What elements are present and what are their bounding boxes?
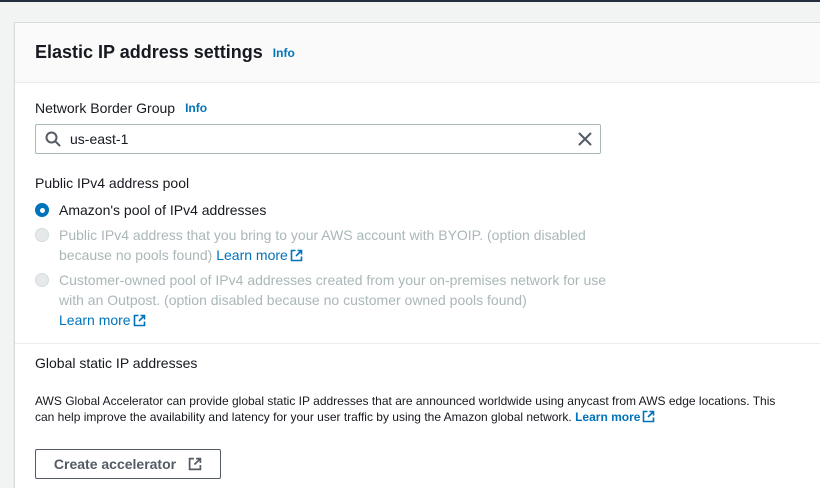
network-border-group-label-text: Network Border Group <box>35 100 176 116</box>
radio-option-amazon-pool[interactable]: Amazon's pool of IPv4 addresses <box>35 200 607 220</box>
panel-info-link[interactable]: Info <box>273 46 295 60</box>
global-static-ip-label: Global static IP addresses <box>35 355 198 371</box>
learn-more-link[interactable]: Learn more <box>575 410 655 424</box>
external-link-icon <box>188 457 202 471</box>
learn-more-link[interactable]: Learn more <box>59 312 146 328</box>
ipv4-pool-label: Public IPv4 address pool <box>35 175 190 191</box>
elastic-ip-settings-panel: Elastic IP address settings Info Network… <box>14 22 820 488</box>
radio-option-customer-owned-pool: Customer-owned pool of IPv4 addresses cr… <box>35 270 607 332</box>
create-accelerator-label: Create accelerator <box>53 456 177 472</box>
radio-option-label: Amazon's pool of IPv4 addresses <box>59 202 267 218</box>
learn-more-text: Learn more <box>575 410 641 424</box>
top-navigation-bar <box>0 0 820 2</box>
external-link-icon <box>642 410 655 427</box>
external-link-icon <box>133 312 146 332</box>
radio-option-text: Public IPv4 address that you bring to yo… <box>59 227 586 263</box>
create-accelerator-button[interactable]: Create accelerator <box>35 449 221 479</box>
learn-more-link[interactable]: Learn more <box>216 247 303 263</box>
learn-more-text: Learn more <box>59 312 131 328</box>
global-accelerator-description: AWS Global Accelerator can provide globa… <box>35 393 795 427</box>
panel-header: Elastic IP address settings Info <box>15 23 820 83</box>
search-icon <box>38 125 68 153</box>
radio-button-disabled <box>35 228 49 242</box>
panel-title: Elastic IP address settings <box>35 42 263 62</box>
network-border-group-info-link[interactable]: Info <box>185 101 207 115</box>
radio-option-byoip: Public IPv4 address that you bring to yo… <box>35 225 599 267</box>
global-accelerator-description-text: AWS Global Accelerator can provide globa… <box>35 394 776 424</box>
learn-more-text: Learn more <box>216 247 288 263</box>
network-border-group-label: Network Border Group Info <box>35 100 207 116</box>
radio-option-label: Customer-owned pool of IPv4 addresses cr… <box>59 270 607 332</box>
network-border-group-input[interactable]: us-east-1 <box>35 124 601 154</box>
network-border-group-value: us-east-1 <box>70 131 129 147</box>
radio-button-disabled <box>35 273 49 287</box>
section-divider <box>15 343 820 344</box>
radio-button-selected[interactable] <box>35 203 49 217</box>
close-icon[interactable] <box>570 125 600 153</box>
radio-option-label: Public IPv4 address that you bring to yo… <box>59 225 599 267</box>
external-link-icon <box>290 247 303 267</box>
radio-option-text: Customer-owned pool of IPv4 addresses cr… <box>59 272 607 308</box>
